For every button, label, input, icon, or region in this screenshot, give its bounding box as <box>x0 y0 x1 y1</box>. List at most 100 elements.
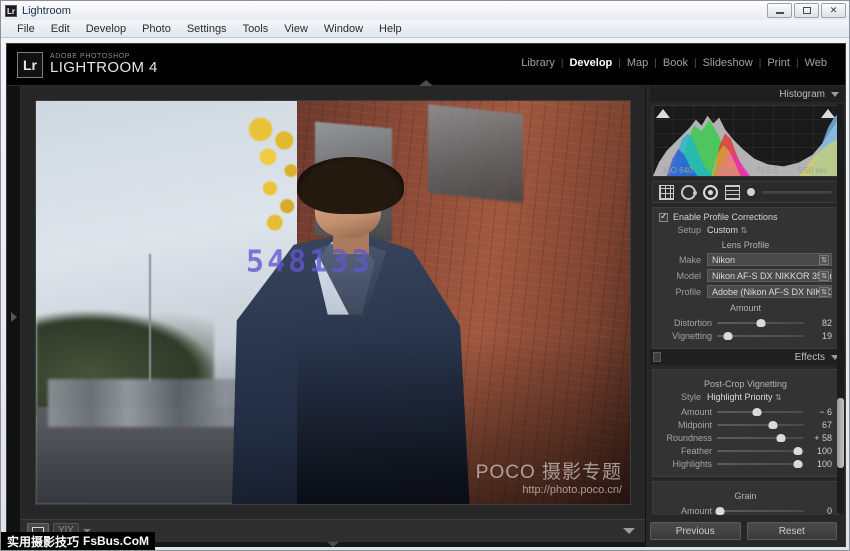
image-canvas[interactable]: 548133 POCO 摄影专题 http://photo.poco.cn/ <box>21 86 645 519</box>
combo-arrow-icon: ⇅ <box>819 271 829 281</box>
identity-line-2: LIGHTROOM 4 <box>50 59 158 77</box>
effects-panel-switch[interactable] <box>653 352 661 362</box>
site-watermark-en: FsBus.CoM <box>83 534 150 548</box>
effects-title: Effects <box>794 351 825 363</box>
graduated-filter-icon[interactable] <box>725 184 740 200</box>
feather-label: Feather <box>680 445 712 456</box>
effects-panel-header[interactable]: Effects <box>650 349 845 365</box>
roundness-value: + 58 <box>814 432 832 443</box>
vignetting-knob[interactable] <box>723 332 733 340</box>
grain-title: Grain <box>734 491 757 501</box>
content-area: 548133 POCO 摄影专题 http://photo.poco.cn/ Y… <box>21 86 645 547</box>
roundness-row[interactable]: Roundness + 58 <box>659 431 832 444</box>
enable-profile-corrections-row[interactable]: Enable Profile Corrections <box>659 211 832 222</box>
close-button[interactable]: ✕ <box>821 3 846 18</box>
make-row: Make Nikon ⇅ <box>659 253 832 266</box>
minimize-button[interactable] <box>767 3 792 18</box>
highlights-knob[interactable] <box>793 460 803 468</box>
scrollbar-thumb[interactable] <box>837 398 844 468</box>
profile-combo[interactable]: Adobe (Nikon AF-S DX NIKKO... ⇅ <box>707 285 832 298</box>
distortion-label: Distortion <box>673 317 712 328</box>
enable-profile-corrections-label: Enable Profile Corrections <box>673 212 778 222</box>
histogram-graph[interactable]: ISO 640 35 mm f / 2.5 1/50 sec <box>652 105 839 177</box>
spot-removal-icon[interactable] <box>681 184 697 200</box>
poco-watermark-line-2: http://photo.poco.cn/ <box>522 484 622 496</box>
profile-label: Profile <box>675 286 701 297</box>
menu-item-photo[interactable]: Photo <box>134 20 179 38</box>
menu-item-develop[interactable]: Develop <box>78 20 134 38</box>
midpoint-knob[interactable] <box>768 421 778 429</box>
highlights-row[interactable]: Highlights 100 <box>659 457 832 470</box>
feather-row[interactable]: Feather 100 <box>659 444 832 457</box>
photo-window-2 <box>428 104 524 203</box>
distortion-slider-row[interactable]: Distortion 82 <box>659 316 832 329</box>
midpoint-row[interactable]: Midpoint 67 <box>659 418 832 431</box>
module-slideshow[interactable]: Slideshow <box>697 57 759 69</box>
window-title: Lightroom <box>22 4 71 17</box>
highlight-clipping-indicator[interactable] <box>821 109 835 118</box>
menu-item-edit[interactable]: Edit <box>43 20 78 38</box>
menu-item-tools[interactable]: Tools <box>235 20 277 38</box>
red-eye-icon[interactable] <box>703 184 718 200</box>
brush-size-slider[interactable] <box>762 190 832 194</box>
previous-button[interactable]: Previous <box>650 522 741 540</box>
vignetting-label: Vignetting <box>672 330 712 341</box>
model-combo[interactable]: Nikon AF-S DX NIKKOR 35mm... ⇅ <box>707 269 832 282</box>
setup-value[interactable]: Custom ⇅ <box>707 225 747 235</box>
make-label: Make <box>678 254 701 265</box>
app-logo-icon: Lr <box>5 4 17 17</box>
module-top-bar: Lr ADOBE PHOTOSHOP LIGHTROOM 4 Library |… <box>7 44 845 86</box>
crop-overlay-icon[interactable] <box>659 184 674 200</box>
setup-row: Setup Custom ⇅ <box>659 225 832 235</box>
module-picker: Library | Develop | Map | Book | Slidesh… <box>515 57 833 69</box>
expand-left-panel-icon[interactable] <box>11 311 17 322</box>
lens-corrections-panel: Enable Profile Corrections Setup Custom … <box>652 207 839 349</box>
enable-profile-corrections-checkbox[interactable] <box>659 211 668 222</box>
menu-item-settings[interactable]: Settings <box>179 20 235 38</box>
module-library[interactable]: Library <box>515 57 561 69</box>
exif-focal-length: 35 mm <box>712 166 738 175</box>
toolbar-caret-icon[interactable] <box>623 528 635 534</box>
chevron-down-icon[interactable] <box>831 91 839 97</box>
right-panel-scrollbar[interactable] <box>837 104 844 513</box>
grain-amount-knob[interactable] <box>715 507 725 515</box>
roundness-knob[interactable] <box>776 434 786 442</box>
make-combo[interactable]: Nikon ⇅ <box>707 253 832 266</box>
minimize-icon <box>775 12 784 14</box>
style-value[interactable]: Highlight Priority ⇅ <box>707 392 782 402</box>
effects-amount-label: Amount <box>680 406 712 417</box>
menu-item-help[interactable]: Help <box>371 20 410 38</box>
feather-knob[interactable] <box>793 447 803 455</box>
module-develop[interactable]: Develop <box>563 57 618 69</box>
maximize-button[interactable] <box>794 3 819 18</box>
grain-amount-label: Amount <box>680 505 712 516</box>
distortion-value: 82 <box>821 317 832 328</box>
left-panel-collapsed[interactable] <box>7 86 21 547</box>
module-web[interactable]: Web <box>799 57 833 69</box>
photo-street-pole <box>148 254 151 384</box>
effects-panel: Post-Crop Vignetting Style Highlight Pri… <box>652 369 839 477</box>
profile-row: Profile Adobe (Nikon AF-S DX NIKKO... ⇅ <box>659 285 832 298</box>
module-print[interactable]: Print <box>761 57 796 69</box>
grain-amount-row[interactable]: Amount 0 <box>659 504 832 515</box>
effects-amount-row[interactable]: Amount − 6 <box>659 405 832 418</box>
midpoint-value: 67 <box>821 419 832 430</box>
module-book[interactable]: Book <box>657 57 694 69</box>
vignetting-value: 19 <box>821 330 832 341</box>
shadow-clipping-indicator[interactable] <box>656 109 670 118</box>
distortion-knob[interactable] <box>756 319 765 327</box>
identity-plate[interactable]: Lr ADOBE PHOTOSHOP LIGHTROOM 4 <box>7 51 158 78</box>
histogram-panel-header[interactable]: Histogram <box>650 86 845 102</box>
effects-amount-knob[interactable] <box>752 408 762 416</box>
vignetting-slider-row[interactable]: Vignetting 19 <box>659 329 832 342</box>
adjustment-brush-icon[interactable] <box>747 188 755 196</box>
menu-item-file[interactable]: File <box>9 20 43 38</box>
menu-item-view[interactable]: View <box>276 20 316 38</box>
lightroom-app: Lr ADOBE PHOTOSHOP LIGHTROOM 4 Library |… <box>6 43 846 547</box>
menu-item-window[interactable]: Window <box>316 20 371 38</box>
window-controls: ✕ <box>767 3 846 18</box>
develop-tool-strip <box>652 181 839 203</box>
photo-preview[interactable]: 548133 POCO 摄影专题 http://photo.poco.cn/ <box>36 101 630 504</box>
module-map[interactable]: Map <box>621 57 654 69</box>
reset-button[interactable]: Reset <box>746 522 837 540</box>
